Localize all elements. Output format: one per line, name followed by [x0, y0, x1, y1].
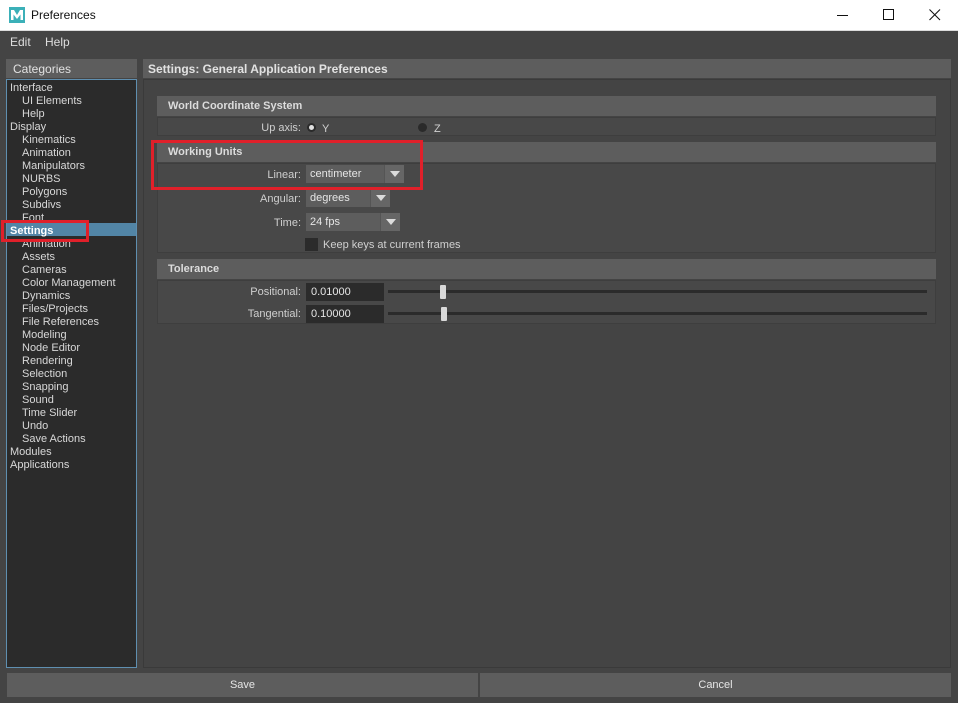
positional-label: Positional: — [250, 286, 301, 298]
highlight-box-working-units — [151, 140, 423, 190]
positional-value: 0.01000 — [311, 286, 351, 298]
save-button[interactable]: Save — [7, 673, 478, 697]
up-axis-z-label: Z — [434, 123, 441, 135]
category-item[interactable]: Cameras — [22, 264, 67, 277]
section-title: World Coordinate System — [168, 100, 303, 112]
category-item[interactable]: Dynamics — [22, 290, 70, 303]
time-value: 24 fps — [310, 216, 340, 228]
category-item[interactable]: Save Actions — [22, 433, 86, 446]
category-item[interactable]: Files/Projects — [22, 303, 88, 316]
positional-slider-handle[interactable] — [440, 285, 446, 299]
category-item[interactable]: Sound — [22, 394, 54, 407]
categories-header: Categories — [6, 59, 137, 78]
tangential-label: Tangential: — [247, 308, 301, 320]
keep-keys-checkbox[interactable] — [305, 238, 318, 251]
minimize-icon — [837, 15, 848, 16]
category-item[interactable]: Node Editor — [22, 342, 80, 355]
chevron-down-icon — [370, 189, 390, 207]
section-tolerance-body: Positional: 0.01000 Tangential: 0.10000 — [157, 280, 936, 324]
category-item[interactable]: Selection — [22, 368, 67, 381]
cancel-button[interactable]: Cancel — [480, 673, 951, 697]
keep-keys-label: Keep keys at current frames — [323, 239, 461, 251]
title-bar: Preferences — [0, 0, 958, 31]
maximize-button[interactable] — [866, 0, 912, 31]
category-item[interactable]: Kinematics — [22, 134, 76, 147]
tangential-value: 0.10000 — [311, 308, 351, 320]
category-item[interactable]: Animation — [22, 147, 71, 160]
menu-edit[interactable]: Edit — [10, 35, 31, 49]
tangential-slider-handle[interactable] — [441, 307, 447, 321]
up-axis-z-radio[interactable] — [418, 123, 427, 132]
time-label: Time: — [273, 217, 301, 229]
chevron-down-icon — [380, 213, 400, 231]
window-title: Preferences — [31, 8, 96, 22]
category-item[interactable]: Modules — [10, 446, 52, 459]
category-item[interactable]: Rendering — [22, 355, 73, 368]
category-item[interactable]: Polygons — [22, 186, 67, 199]
maximize-icon — [883, 9, 894, 20]
category-item[interactable]: Time Slider — [22, 407, 77, 420]
category-item[interactable]: Manipulators — [22, 160, 85, 173]
close-button[interactable] — [912, 0, 958, 31]
up-axis-y-radio[interactable] — [307, 123, 316, 132]
tangential-slider-track[interactable] — [388, 312, 927, 315]
category-item[interactable]: UI Elements — [22, 95, 82, 108]
category-item[interactable]: NURBS — [22, 173, 61, 186]
angular-label: Angular: — [260, 193, 301, 205]
menu-bar: Edit Help — [0, 31, 958, 53]
category-item[interactable]: Color Management — [22, 277, 116, 290]
up-axis-label: Up axis: — [261, 122, 301, 134]
angular-dropdown[interactable]: degrees — [306, 189, 390, 207]
category-item[interactable]: Snapping — [22, 381, 69, 394]
maya-app-icon — [9, 7, 25, 23]
category-item[interactable]: Undo — [22, 420, 48, 433]
category-item[interactable]: Applications — [10, 459, 69, 472]
section-title: Tolerance — [168, 263, 220, 275]
time-dropdown[interactable]: 24 fps — [306, 213, 400, 231]
highlight-box-settings — [1, 220, 89, 242]
menu-help[interactable]: Help — [45, 35, 70, 49]
up-axis-y-label: Y — [322, 123, 330, 135]
angular-value: degrees — [310, 192, 350, 204]
category-item[interactable]: Subdivs — [22, 199, 61, 212]
category-item[interactable]: Display — [10, 121, 46, 134]
minimize-button[interactable] — [820, 0, 866, 31]
positional-slider-track[interactable] — [388, 290, 927, 293]
positional-field[interactable]: 0.01000 — [306, 283, 384, 301]
category-item[interactable]: Interface — [10, 82, 53, 95]
section-tolerance[interactable]: Tolerance — [157, 259, 936, 279]
category-item[interactable]: Modeling — [22, 329, 67, 342]
category-item[interactable]: Help — [22, 108, 45, 121]
categories-list[interactable]: Interface UI Elements Help Display Kinematic… — [6, 79, 137, 668]
section-world-coordinate-system[interactable]: World Coordinate System — [157, 96, 936, 116]
tangential-field[interactable]: 0.10000 — [306, 305, 384, 323]
save-button-label: Save — [229, 679, 256, 691]
category-item[interactable]: File References — [22, 316, 99, 329]
close-icon — [929, 9, 941, 21]
category-item[interactable]: Assets — [22, 251, 55, 264]
cancel-button-label: Cancel — [698, 679, 733, 691]
settings-title: Settings: General Application Preference… — [148, 62, 388, 76]
categories-title: Categories — [13, 62, 72, 76]
settings-header: Settings: General Application Preference… — [143, 59, 951, 78]
section-world-body: Up axis: Y Z — [157, 117, 936, 136]
